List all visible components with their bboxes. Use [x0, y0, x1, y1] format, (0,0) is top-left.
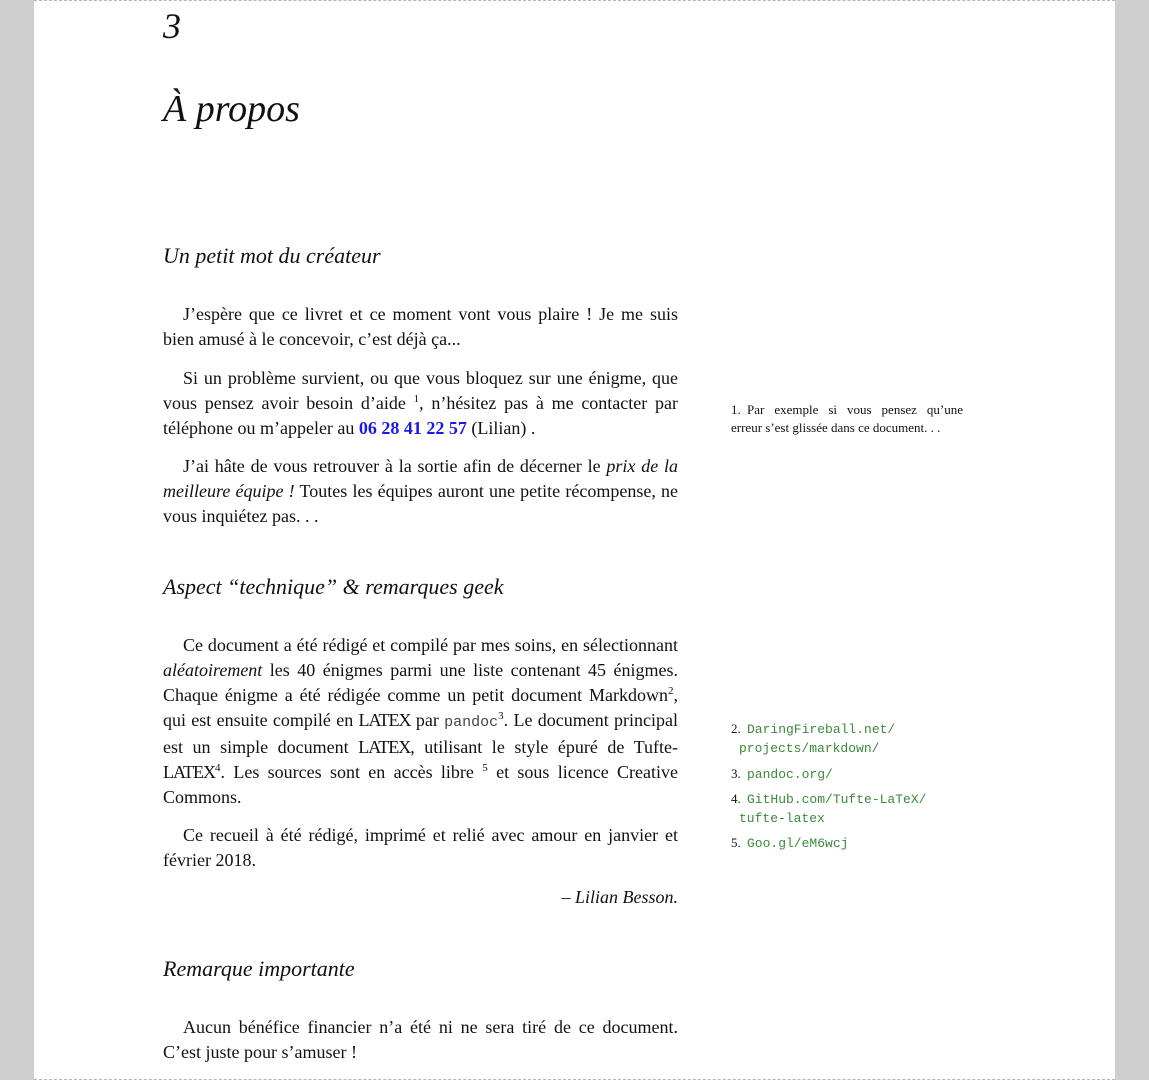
- sidenote-number: 1.: [731, 402, 741, 417]
- section-heading-technique: Aspect “technique” & remarques geek: [163, 574, 504, 599]
- paragraph-text: (Lilian) .: [471, 418, 536, 438]
- latex-logo: LATEX: [358, 737, 411, 757]
- sidenote-text: Par exemple si vous pensez qu’une erreur…: [731, 402, 963, 435]
- paragraph-technique-2: Ce recueil à été rédigé, imprimé et reli…: [163, 823, 678, 873]
- sidenote-1: 1. Par exemple si vous pensez qu’une erre…: [731, 401, 963, 437]
- sidenote-5: 5. Goo.gl/eM6wcj: [731, 834, 963, 853]
- sidenote-link[interactable]: projects/markdown/: [739, 741, 879, 756]
- sidenote-4: 4. GitHub.com/Tufte-LaTeX/ tufte-latex: [731, 790, 963, 828]
- footnote-ref-5[interactable]: 5: [482, 762, 488, 774]
- paragraph-text: J’ai hâte de vous retrouver à la sortie …: [183, 456, 601, 476]
- paragraph-createur-3: J’ai hâte de vous retrouver à la sortie …: [163, 454, 678, 529]
- sidenote-link[interactable]: DaringFireball.net/: [747, 722, 895, 737]
- paragraph-technique-1: Ce document a été rédigé et compilé par …: [163, 633, 678, 810]
- sidenote-2: 2. DaringFireball.net/ projects/markdown/: [731, 720, 963, 758]
- phone-link[interactable]: 06 28 41 22 57: [359, 418, 467, 438]
- paragraph-text: , utilisant le style épuré de Tufte-: [410, 737, 678, 757]
- chapter-number: 3: [163, 6, 181, 46]
- page: 3 À propos Un petit mot du créateur J’es…: [34, 0, 1115, 1080]
- sidenote-number: 2.: [731, 721, 741, 736]
- paragraph-createur-1: J’espère que ce livret et ce moment vont…: [163, 302, 678, 352]
- paragraph-text: J’espère que ce livret et ce moment vont…: [163, 304, 678, 349]
- sidenote-link[interactable]: tufte-latex: [739, 811, 825, 826]
- paragraph-remarque-1: Aucun bénéfice financier n’a été ni ne s…: [163, 1015, 678, 1065]
- sidenote-link[interactable]: GitHub.com/Tufte-LaTeX/: [747, 792, 926, 807]
- emphasis-text: aléatoirement: [163, 660, 263, 680]
- section-heading-remarque: Remarque importante: [163, 956, 355, 981]
- document-viewer[interactable]: 3 À propos Un petit mot du créateur J’es…: [0, 0, 1149, 1080]
- sidenote-3: 3. pandoc.org/: [731, 765, 963, 784]
- sidenote-number: 3.: [731, 766, 741, 781]
- sidenote-number: 5.: [731, 835, 741, 850]
- chapter-title: À propos: [163, 88, 300, 130]
- paragraph-createur-2: Si un problème survient, ou que vous blo…: [163, 366, 678, 441]
- paragraph-text: Aucun bénéfice financier n’a été ni ne s…: [163, 1017, 678, 1062]
- paragraph-text: Ce document a été rédigé et compilé par …: [183, 635, 678, 655]
- pandoc-code: pandoc: [444, 714, 499, 731]
- section-heading-createur: Un petit mot du créateur: [163, 243, 381, 268]
- sidenote-number: 4.: [731, 791, 741, 806]
- paragraph-text: par: [415, 710, 439, 730]
- sidenote-link[interactable]: Goo.gl/eM6wcj: [747, 836, 848, 851]
- sidenote-link[interactable]: pandoc.org/: [747, 767, 833, 782]
- latex-logo: LATEX: [163, 762, 216, 782]
- paragraph-text: Ce recueil à été rédigé, imprimé et reli…: [163, 825, 678, 870]
- paragraph-text: . Les sources sont en accès libre: [220, 762, 474, 782]
- signature: – Lilian Besson.: [561, 887, 678, 907]
- latex-logo: LATEX: [358, 710, 412, 730]
